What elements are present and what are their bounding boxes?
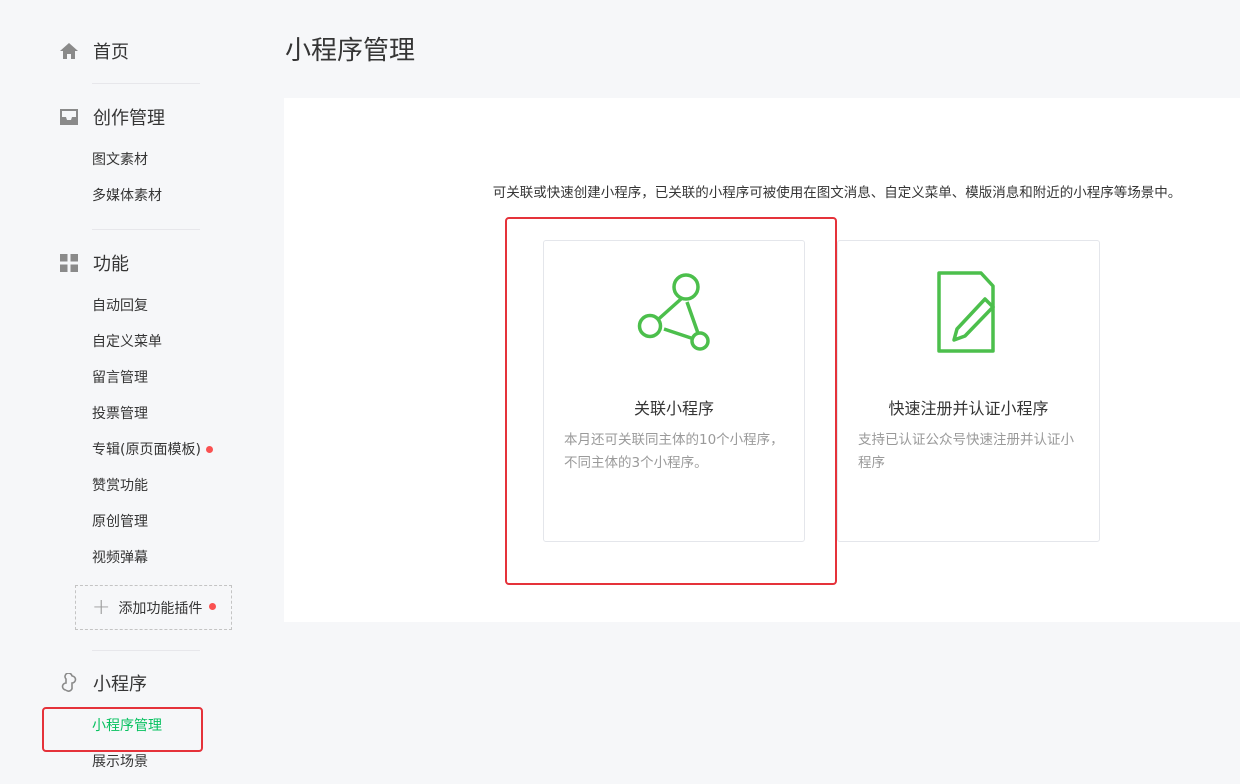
nav-item-album-label: 专辑(原页面模板) (92, 442, 201, 458)
nav-item-miniprogram-management[interactable]: 小程序管理 (92, 716, 162, 736)
link-icon (58, 672, 80, 694)
card-description: 支持已认证公众号快速注册并认证小程序 (858, 432, 1074, 471)
nav-item-original[interactable]: 原创管理 (92, 512, 148, 532)
nav-item-reward[interactable]: 赞赏功能 (92, 476, 148, 496)
page-title: 小程序管理 (285, 36, 416, 66)
nav-features-label: 功能 (93, 254, 129, 275)
divider (92, 229, 200, 230)
nav-home[interactable]: 首页 (58, 39, 129, 63)
network-link-icon (544, 269, 804, 359)
nav-home-label: 首页 (93, 42, 129, 63)
nav-item-album[interactable]: 专辑(原页面模板) (92, 440, 213, 460)
nav-features[interactable]: 功能 (58, 251, 129, 275)
nav-miniprogram[interactable]: 小程序 (58, 671, 147, 695)
register-miniprogram-card[interactable]: 快速注册并认证小程序 支持已认证公众号快速注册并认证小程序 (837, 240, 1100, 542)
add-plugin-label: 添加功能插件 (118, 600, 203, 617)
nav-creation[interactable]: 创作管理 (58, 105, 165, 129)
notification-dot (205, 445, 213, 453)
nav-item-voting[interactable]: 投票管理 (92, 404, 148, 424)
nav-miniprogram-label: 小程序 (93, 674, 147, 695)
plus-icon: + (92, 594, 111, 620)
nav-item-comments[interactable]: 留言管理 (92, 368, 148, 388)
sidebar: 首页 创作管理 图文素材 多媒体素材 功能 自动回复 自定义菜单 留言管理 投票… (0, 0, 250, 784)
nav-item-media[interactable]: 多媒体素材 (92, 186, 162, 206)
grid-icon (58, 252, 80, 274)
card-title: 快速注册并认证小程序 (888, 399, 1049, 418)
nav-item-display-scenes[interactable]: 展示场景 (92, 752, 148, 772)
nav-item-danmaku[interactable]: 视频弹幕 (92, 548, 148, 568)
notification-dot (209, 603, 217, 610)
inbox-icon (58, 106, 80, 128)
app-window: 首页 创作管理 图文素材 多媒体素材 功能 自动回复 自定义菜单 留言管理 投票… (0, 0, 1240, 784)
divider (92, 650, 200, 651)
home-icon (58, 40, 80, 62)
card-description: 本月还可关联同主体的10个小程序，不同主体的3个小程序。 (564, 432, 784, 471)
card-title: 关联小程序 (633, 399, 714, 418)
document-edit-icon (838, 269, 1099, 359)
nav-item-articles[interactable]: 图文素材 (92, 150, 148, 170)
add-plugin-button[interactable]: + 添加功能插件 (75, 585, 232, 630)
description-text: 可关联或快速创建小程序，已关联的小程序可被使用在图文消息、自定义菜单、模版消息和… (492, 185, 1182, 201)
nav-item-auto-reply[interactable]: 自动回复 (92, 296, 148, 316)
nav-item-custom-menu[interactable]: 自定义菜单 (92, 332, 162, 352)
content-panel: 可关联或快速创建小程序，已关联的小程序可被使用在图文消息、自定义菜单、模版消息和… (284, 98, 1240, 622)
link-miniprogram-card[interactable]: 关联小程序 本月还可关联同主体的10个小程序，不同主体的3个小程序。 (543, 240, 805, 542)
nav-creation-label: 创作管理 (93, 108, 165, 129)
divider (92, 83, 200, 84)
